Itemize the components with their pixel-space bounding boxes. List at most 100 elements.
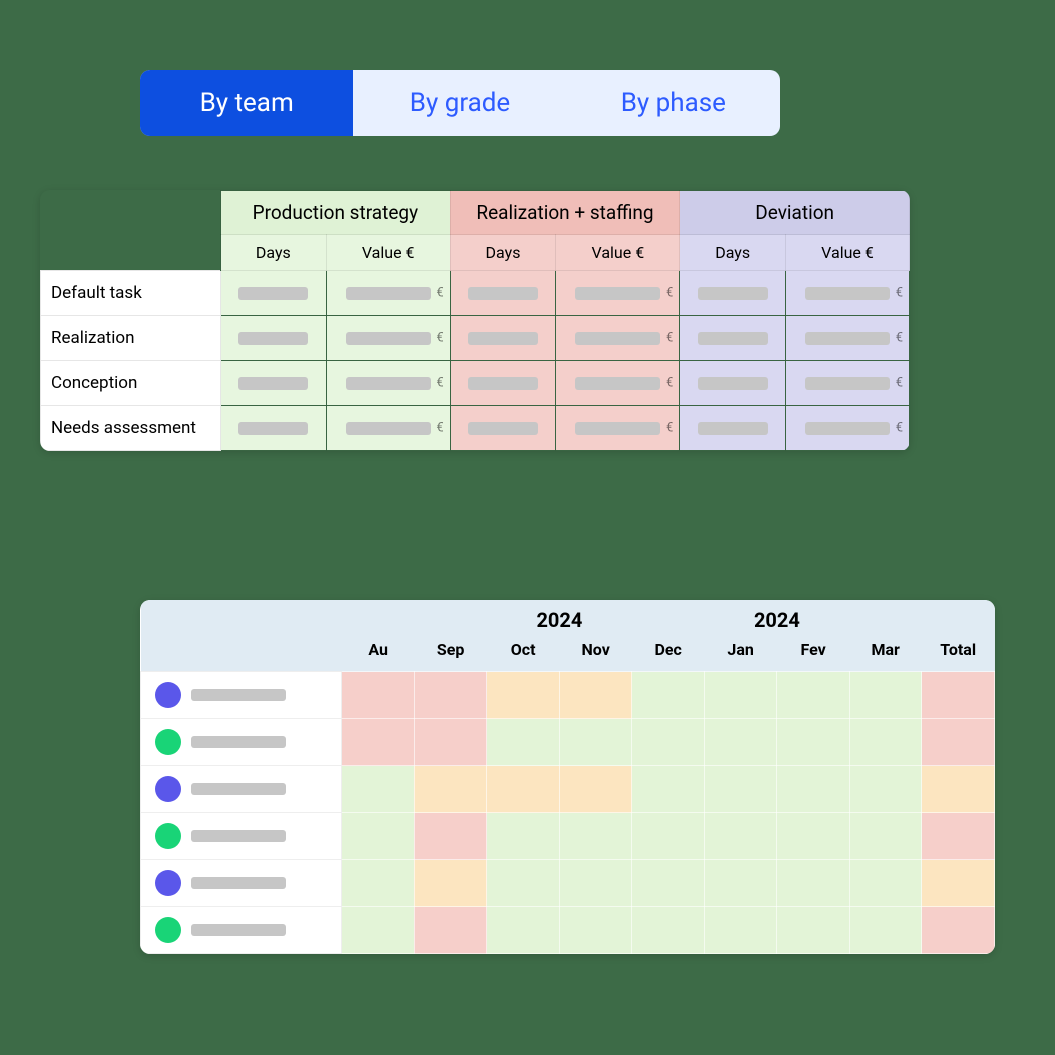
cell-days[interactable] [680,316,786,361]
cell-value[interactable]: € [556,316,680,361]
calendar-row [141,672,995,719]
month-header: Mar [849,634,922,672]
calendar-cell[interactable] [849,766,922,813]
calendar-cell[interactable] [922,766,995,813]
calendar-cell[interactable] [849,860,922,907]
tab-by-team[interactable]: By team [140,70,353,136]
cell-days[interactable] [680,361,786,406]
cell-value[interactable]: € [556,271,680,316]
calendar-cell[interactable] [414,813,487,860]
calendar-cell[interactable] [777,672,850,719]
calendar-cell[interactable] [704,860,777,907]
calendar-cell[interactable] [849,907,922,954]
calendar-cell[interactable] [777,719,850,766]
tab-by-phase[interactable]: By phase [567,70,780,136]
cell-value[interactable]: € [786,271,910,316]
calendar-cell[interactable] [777,813,850,860]
cell-days[interactable] [450,361,556,406]
row-person[interactable] [141,719,342,766]
cell-value[interactable]: € [326,406,450,451]
cell-value[interactable]: € [786,406,910,451]
cell-value[interactable]: € [786,316,910,361]
cell-days[interactable] [450,271,556,316]
person-name-placeholder [191,924,286,936]
calendar-cell[interactable] [922,860,995,907]
calendar-cell[interactable] [342,860,415,907]
calendar-cell[interactable] [849,813,922,860]
cell-value[interactable]: € [786,361,910,406]
calendar-cell[interactable] [632,860,705,907]
calendar-cell[interactable] [704,672,777,719]
calendar-cell[interactable] [704,813,777,860]
year-blank [922,600,995,634]
calendar-cell[interactable] [342,766,415,813]
calendar-cell[interactable] [704,766,777,813]
avatar-icon [155,776,181,802]
row-person[interactable] [141,672,342,719]
cell-days[interactable] [450,406,556,451]
calendar-cell[interactable] [487,813,560,860]
calendar-cell[interactable] [777,766,850,813]
calendar-cell[interactable] [632,719,705,766]
calendar-cell[interactable] [922,907,995,954]
calendar-cell[interactable] [414,719,487,766]
calendar-cell[interactable] [559,813,632,860]
calendar-cell[interactable] [559,860,632,907]
row-person[interactable] [141,766,342,813]
cell-value[interactable]: € [326,316,450,361]
calendar-cell[interactable] [414,672,487,719]
placeholder-value [346,332,431,345]
calendar-cell[interactable] [922,719,995,766]
cell-days[interactable] [680,271,786,316]
calendar-cell[interactable] [849,719,922,766]
cell-value[interactable]: € [326,271,450,316]
cell-days[interactable] [221,361,327,406]
calendar-cell[interactable] [777,907,850,954]
calendar-cell[interactable] [414,766,487,813]
cell-value[interactable]: € [556,361,680,406]
calendar-cell[interactable] [487,672,560,719]
cell-days[interactable] [221,316,327,361]
calendar-cell[interactable] [922,813,995,860]
row-person[interactable] [141,813,342,860]
calendar-cell[interactable] [922,672,995,719]
calendar-cell[interactable] [559,672,632,719]
calendar-cell[interactable] [487,907,560,954]
calendar-cell[interactable] [632,813,705,860]
calendar-cell[interactable] [342,719,415,766]
calendar-cell[interactable] [342,907,415,954]
calendar-cell[interactable] [849,672,922,719]
euro-icon: € [896,331,903,346]
calendar-cell[interactable] [704,907,777,954]
person-name-placeholder [191,830,286,842]
calendar-cell[interactable] [632,672,705,719]
calendar-cell[interactable] [777,860,850,907]
row-label: Conception [41,361,221,406]
cell-value[interactable]: € [556,406,680,451]
calendar-cell[interactable] [342,672,415,719]
calendar-cell[interactable] [704,719,777,766]
col-days: Days [450,235,556,271]
calendar-cell[interactable] [487,719,560,766]
cell-value[interactable]: € [326,361,450,406]
calendar-cell[interactable] [487,766,560,813]
calendar-cell[interactable] [414,860,487,907]
tab-by-grade[interactable]: By grade [353,70,566,136]
cell-days[interactable] [221,271,327,316]
calendar-cell[interactable] [559,907,632,954]
calendar-cell[interactable] [632,907,705,954]
calendar-cell[interactable] [342,813,415,860]
calendar-cell[interactable] [559,766,632,813]
placeholder-value [238,422,308,435]
cell-days[interactable] [680,406,786,451]
row-person[interactable] [141,907,342,954]
row-person[interactable] [141,860,342,907]
calendar-cell[interactable] [487,860,560,907]
year-label-right: 2024 [632,600,922,634]
cell-days[interactable] [221,406,327,451]
calendar-cell[interactable] [559,719,632,766]
calendar-cell[interactable] [632,766,705,813]
calendar-cell[interactable] [414,907,487,954]
avatar-icon [155,682,181,708]
cell-days[interactable] [450,316,556,361]
